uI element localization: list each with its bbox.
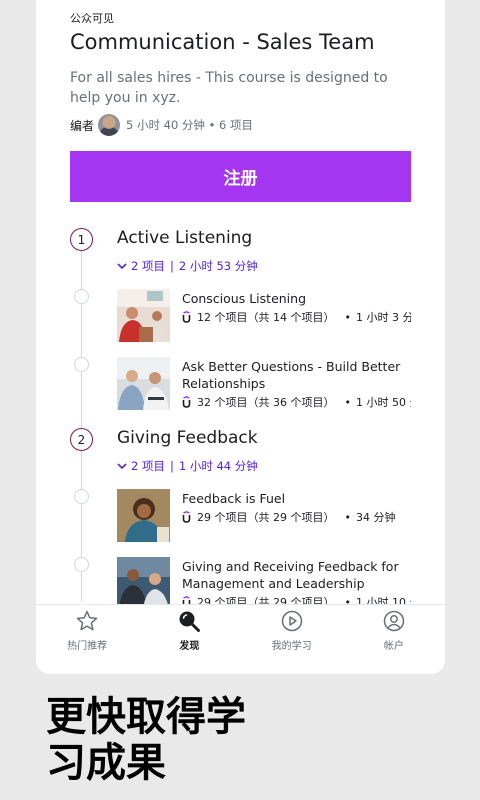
item-duration: 1 小时 50 分钟 (355, 396, 411, 409)
editor-label: 编者 (70, 118, 95, 133)
item-title[interactable]: Conscious Listening (182, 290, 412, 307)
item-thumbnail[interactable] (117, 557, 170, 610)
section-title: Giving Feedback (117, 428, 258, 448)
item-count: 29 个项目（共 29 个项目） (197, 511, 335, 524)
tab-label: 热门推荐 (67, 641, 108, 652)
item-count: 12 个项目（共 14 个项目） (197, 311, 335, 324)
visibility-label: 公众可见 (70, 12, 114, 25)
section-item-count: 2 项目 (131, 459, 165, 473)
tab-label: 我的学习 (271, 641, 312, 652)
item-marker (74, 489, 89, 504)
promo-headline: 更快取得学 习成果 (46, 694, 246, 786)
item-meta: 12 个项目（共 14 个项目） • 1 小时 3 分钟 (182, 309, 411, 325)
item-thumbnail[interactable] (117, 289, 170, 342)
item-marker (74, 357, 89, 372)
account-icon (383, 610, 405, 632)
section-toggle[interactable]: 2 项目 | 2 小时 53 分钟 (117, 258, 258, 274)
section-duration: 1 小时 44 分钟 (178, 459, 258, 473)
tab-my-learning[interactable]: 我的学习 (241, 605, 343, 674)
item-title[interactable]: Giving and Receiving Feedback for Manage… (182, 558, 412, 592)
enroll-button[interactable]: 注册 (70, 151, 411, 202)
search-icon (179, 611, 201, 632)
item-meta: 32 个项目（共 36 个项目） • 1 小时 50 分钟 (182, 394, 411, 410)
course-description: For all sales hires - This course is des… (70, 70, 388, 106)
section-item-count: 2 项目 (131, 259, 165, 273)
promo-line: 更快取得学 (46, 694, 246, 740)
bottom-tab-bar: 热门推荐 发现 我的学习 帐户 (36, 604, 445, 674)
item-count: 32 个项目（共 36 个项目） (197, 396, 335, 409)
tab-discover[interactable]: 发现 (138, 605, 240, 674)
play-circle-icon (281, 610, 302, 632)
tab-account[interactable]: 帐户 (343, 605, 445, 674)
item-title[interactable]: Feedback is Fuel (182, 490, 412, 507)
section-number-badge: 2 (70, 428, 93, 451)
item-marker (74, 289, 89, 304)
chevron-down-icon (117, 263, 127, 270)
item-duration: 1 小时 3 分钟 (355, 311, 411, 324)
star-icon (76, 610, 98, 631)
tab-label: 发现 (179, 641, 200, 652)
item-thumbnail[interactable] (117, 357, 170, 410)
editor-row: 编者 5 小时 40 分钟 • 6 项目 (70, 113, 253, 137)
item-duration: 34 分钟 (355, 511, 396, 524)
udemy-logo-icon (182, 396, 191, 408)
udemy-logo-icon (182, 311, 191, 323)
chevron-down-icon (117, 463, 127, 470)
item-title[interactable]: Ask Better Questions - Build Better Rela… (182, 358, 412, 392)
course-meta: 5 小时 40 分钟 • 6 项目 (126, 118, 253, 132)
tab-label: 帐户 (383, 641, 404, 652)
section-title: Active Listening (117, 228, 253, 248)
section-toggle[interactable]: 2 项目 | 1 小时 44 分钟 (117, 458, 258, 474)
course-title: Communication - Sales Team (70, 30, 375, 54)
section-duration: 2 小时 53 分钟 (178, 259, 258, 273)
course-card: 公众可见 Communication - Sales Team For all … (36, 0, 445, 674)
item-thumbnail[interactable] (117, 489, 170, 542)
udemy-logo-icon (182, 511, 191, 523)
editor-avatar[interactable] (98, 114, 121, 136)
item-meta: 29 个项目（共 29 个项目） • 34 分钟 (182, 509, 411, 525)
promo-line: 习成果 (46, 740, 166, 786)
item-marker (74, 557, 89, 572)
tab-featured[interactable]: 热门推荐 (36, 605, 138, 674)
section-number-badge: 1 (70, 228, 93, 251)
